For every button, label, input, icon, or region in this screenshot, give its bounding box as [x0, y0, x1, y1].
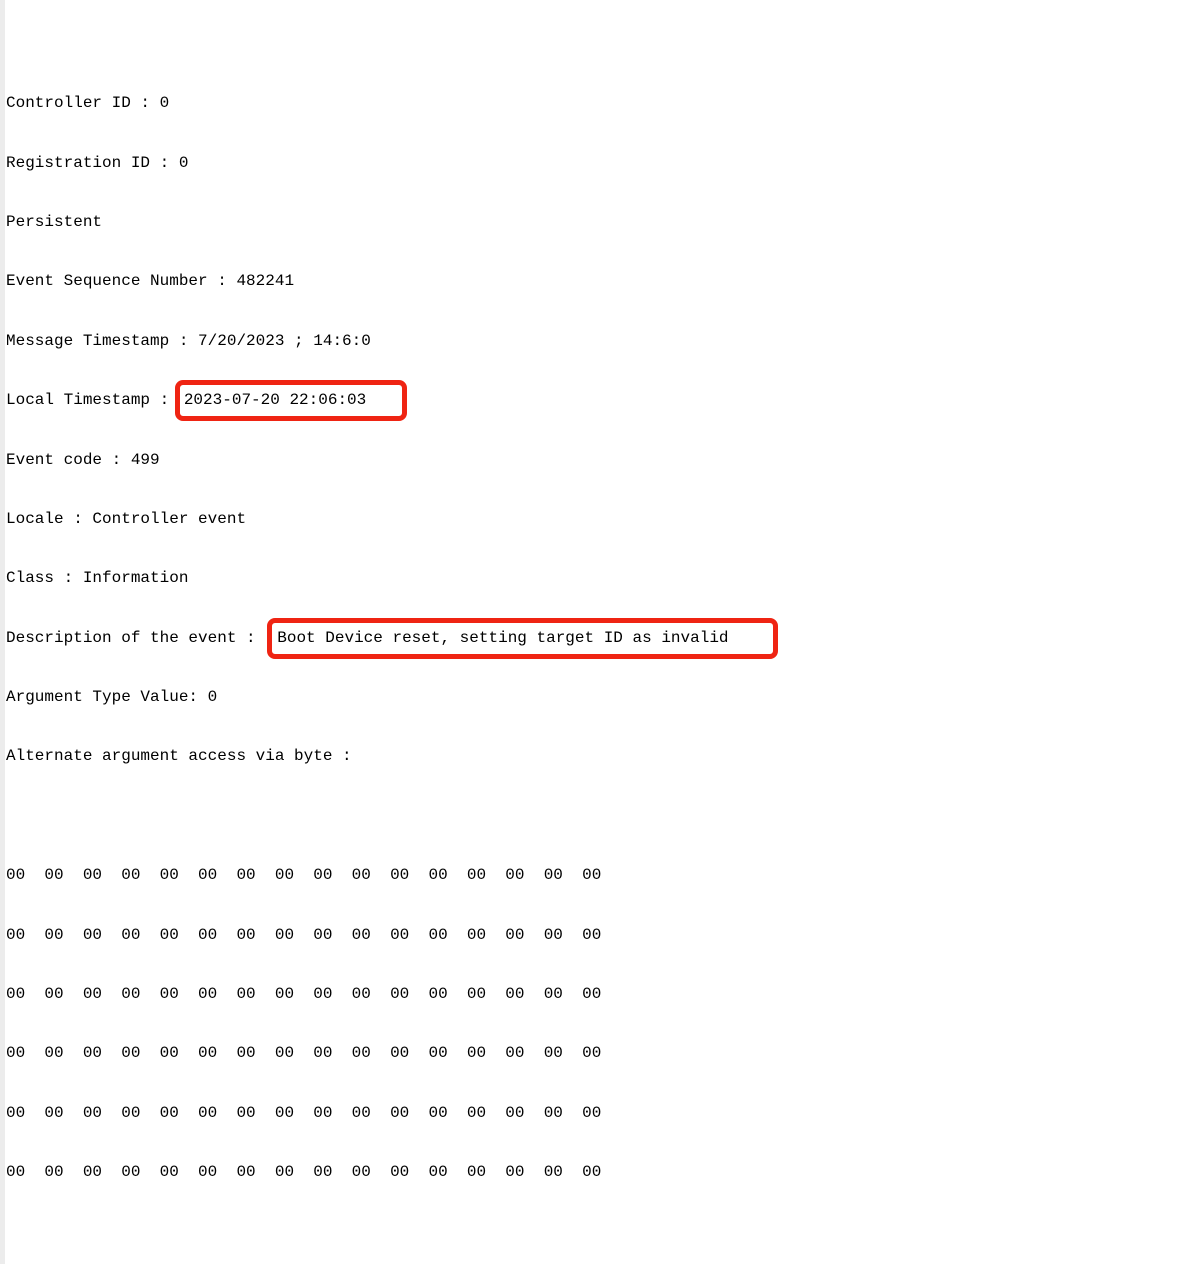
log-viewer-page: Controller ID : 0 Registration ID : 0 Pe…	[0, 0, 1200, 1264]
locale-line: Locale : Controller event	[6, 510, 1200, 530]
local-timestamp-line: Local Timestamp : 2023-07-20 22:06:03	[6, 391, 1200, 411]
hex-dump-row: 00 00 00 00 00 00 00 00 00 00 00 00 00 0…	[6, 1044, 1200, 1064]
annotation-box-local-timestamp: 2023-07-20 22:06:03	[175, 380, 407, 421]
message-timestamp-line: Message Timestamp : 7/20/2023 ; 14:6:0	[6, 332, 1200, 352]
blank-line	[6, 807, 1200, 827]
registration-id-line: Registration ID : 0	[6, 154, 1200, 174]
persistent-line: Persistent	[6, 213, 1200, 233]
blank-line	[6, 1223, 1200, 1243]
event-code-line: Event code : 499	[6, 451, 1200, 471]
class-line: Class : Information	[6, 569, 1200, 589]
local-timestamp-value: 2023-07-20 22:06:03	[184, 391, 366, 409]
left-edge-strip	[0, 0, 5, 1264]
hex-dump-row: 00 00 00 00 00 00 00 00 00 00 00 00 00 0…	[6, 985, 1200, 1005]
hex-dump-row: 00 00 00 00 00 00 00 00 00 00 00 00 00 0…	[6, 866, 1200, 886]
description-value: Boot Device reset, setting target ID as …	[277, 629, 728, 647]
description-label: Description of the event :	[6, 629, 265, 647]
annotation-box-description: Boot Device reset, setting target ID as …	[267, 618, 777, 659]
argument-type-line: Argument Type Value: 0	[6, 688, 1200, 708]
alternate-argument-line: Alternate argument access via byte :	[6, 747, 1200, 767]
hex-dump-row: 00 00 00 00 00 00 00 00 00 00 00 00 00 0…	[6, 1163, 1200, 1183]
hex-dump-row: 00 00 00 00 00 00 00 00 00 00 00 00 00 0…	[6, 1104, 1200, 1124]
event-log-content: Controller ID : 0 Registration ID : 0 Pe…	[6, 15, 1200, 1264]
controller-id-line: Controller ID : 0	[6, 94, 1200, 114]
local-timestamp-label: Local Timestamp :	[6, 391, 179, 409]
hex-dump-row: 00 00 00 00 00 00 00 00 00 00 00 00 00 0…	[6, 926, 1200, 946]
event-sequence-line: Event Sequence Number : 482241	[6, 272, 1200, 292]
description-line: Description of the event : Boot Device r…	[6, 629, 1200, 649]
